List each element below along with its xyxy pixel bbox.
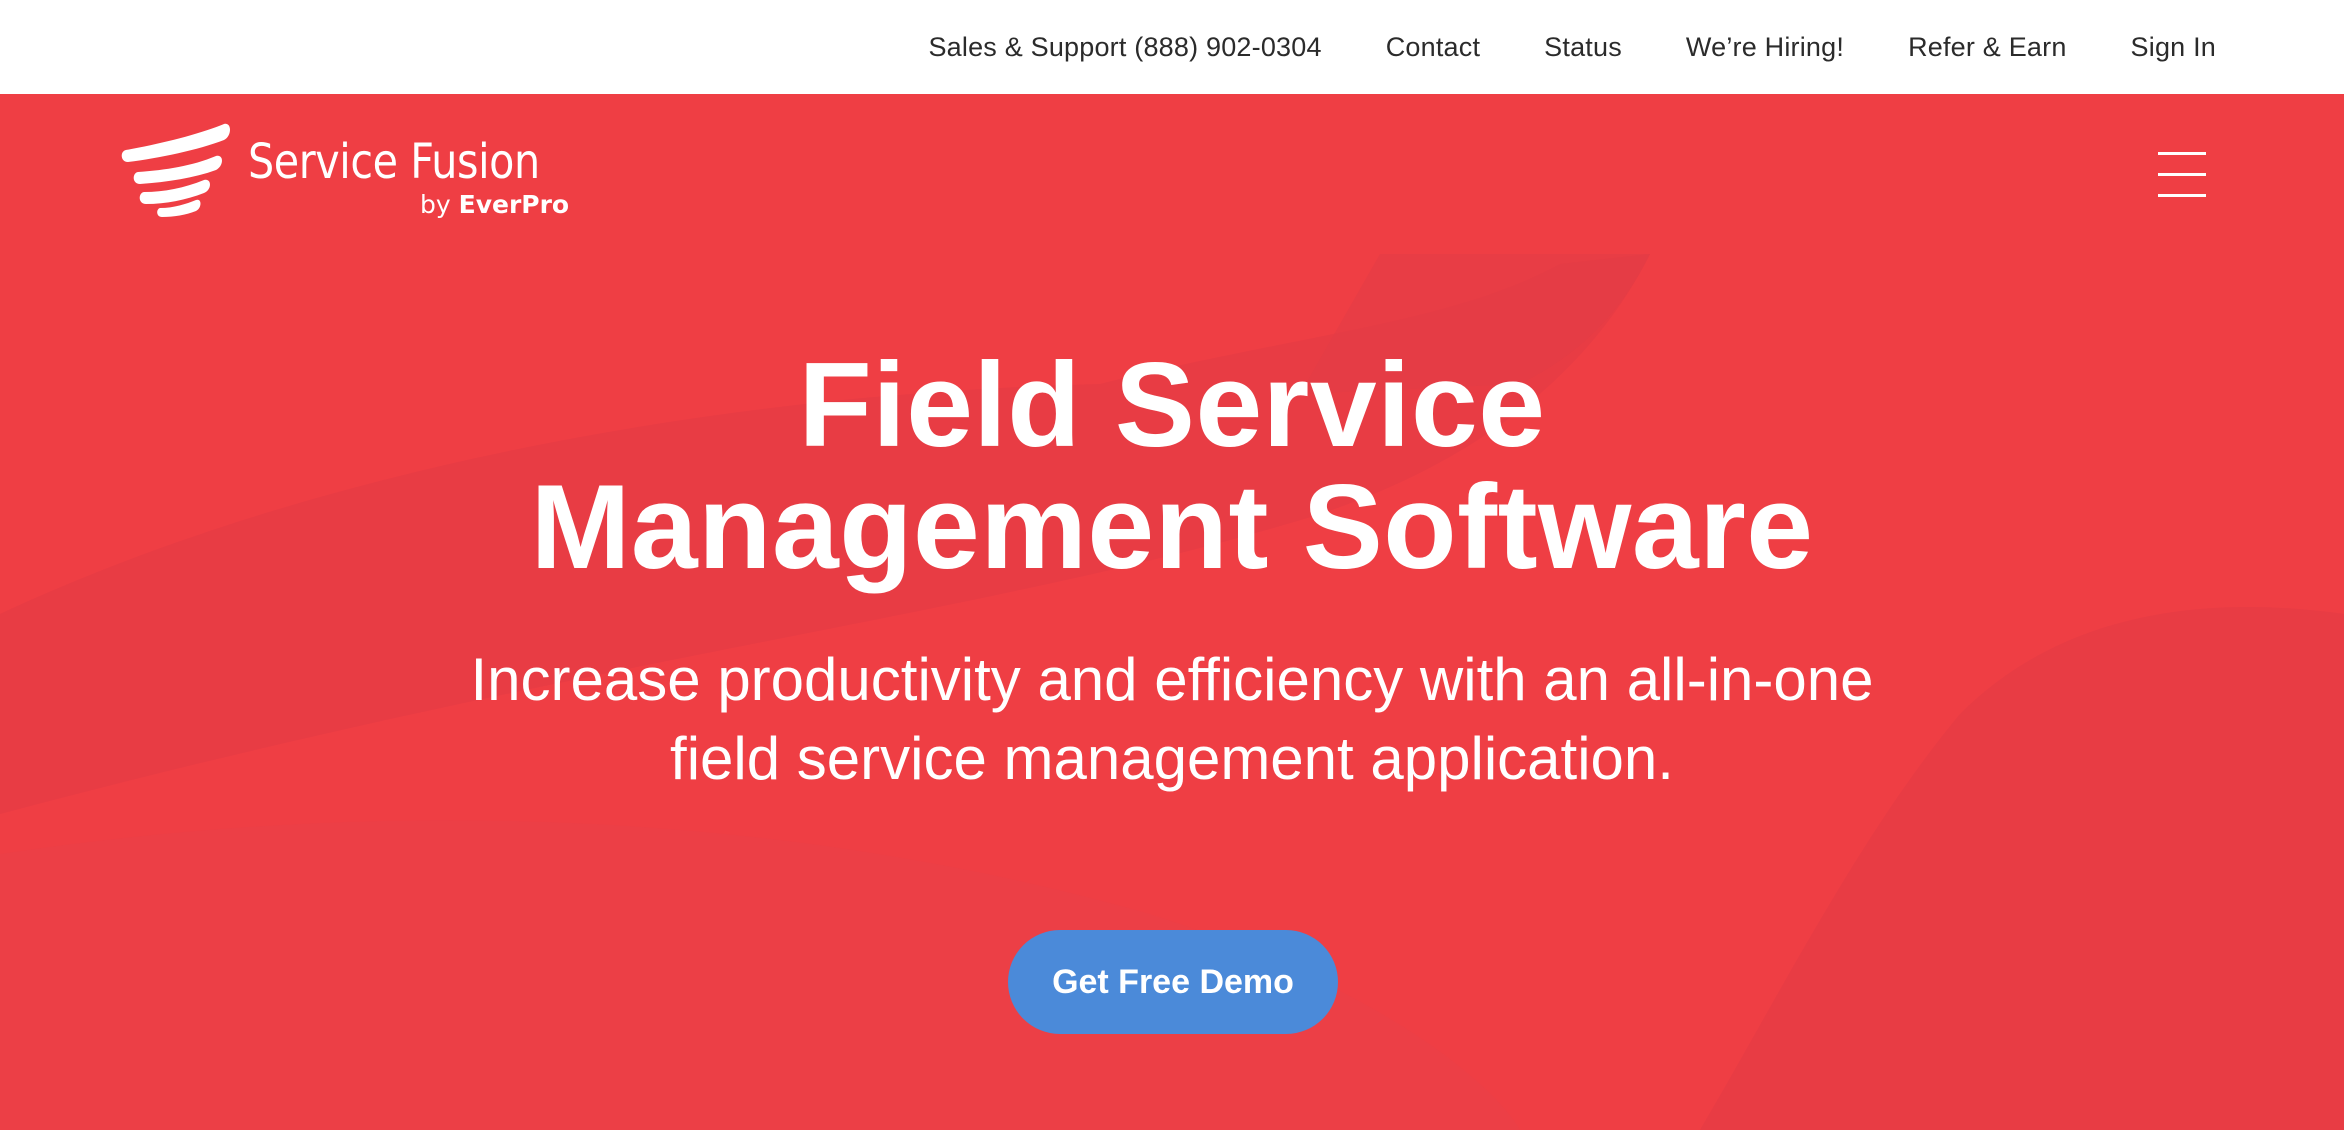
logo-swirl-icon: [121, 123, 230, 217]
service-fusion-logo[interactable]: Service Fusion by EverPro: [120, 122, 580, 242]
hamburger-menu-icon[interactable]: [2158, 152, 2206, 198]
utility-nav-list: Sales & Support (888) 902-0304 Contact S…: [928, 0, 2216, 94]
sign-in-link[interactable]: Sign In: [2131, 32, 2216, 63]
utility-nav-item: We’re Hiring!: [1686, 32, 1844, 63]
get-free-demo-button[interactable]: Get Free Demo: [1008, 930, 1338, 1034]
hero-section: Service Fusion by EverPro Field Service …: [0, 94, 2344, 1130]
menu-bar-top: [2158, 152, 2206, 155]
sales-support-phone-link[interactable]: Sales & Support (888) 902-0304: [928, 32, 1321, 63]
utility-nav-item: Sign In: [2131, 32, 2216, 63]
menu-bar-middle: [2158, 173, 2206, 176]
logo-everpro-brand: EverPro: [458, 190, 570, 219]
hiring-link[interactable]: We’re Hiring!: [1686, 32, 1844, 63]
status-link[interactable]: Status: [1544, 32, 1622, 63]
hero-headline-line-1: Field Service: [798, 338, 1546, 472]
utility-nav-item: Refer & Earn: [1908, 32, 2066, 63]
logo-byline: by EverPro: [420, 190, 569, 219]
utility-nav-item: Sales & Support (888) 902-0304: [928, 32, 1321, 63]
logo-wordmark: Service Fusion: [248, 134, 540, 190]
menu-bar-bottom: [2158, 194, 2206, 197]
refer-earn-link[interactable]: Refer & Earn: [1908, 32, 2066, 63]
hero-subheadline: Increase productivity and efficiency wit…: [470, 646, 1874, 792]
utility-nav-item: Status: [1544, 32, 1622, 63]
contact-link[interactable]: Contact: [1386, 32, 1480, 63]
utility-nav-item: Contact: [1386, 32, 1480, 63]
hero-headline-line-2: Management Software: [530, 460, 1814, 594]
top-utility-bar: Sales & Support (888) 902-0304 Contact S…: [0, 0, 2344, 94]
hero-headline: Field Service Management Software: [272, 344, 2072, 588]
logo-by-text: by: [420, 190, 451, 219]
